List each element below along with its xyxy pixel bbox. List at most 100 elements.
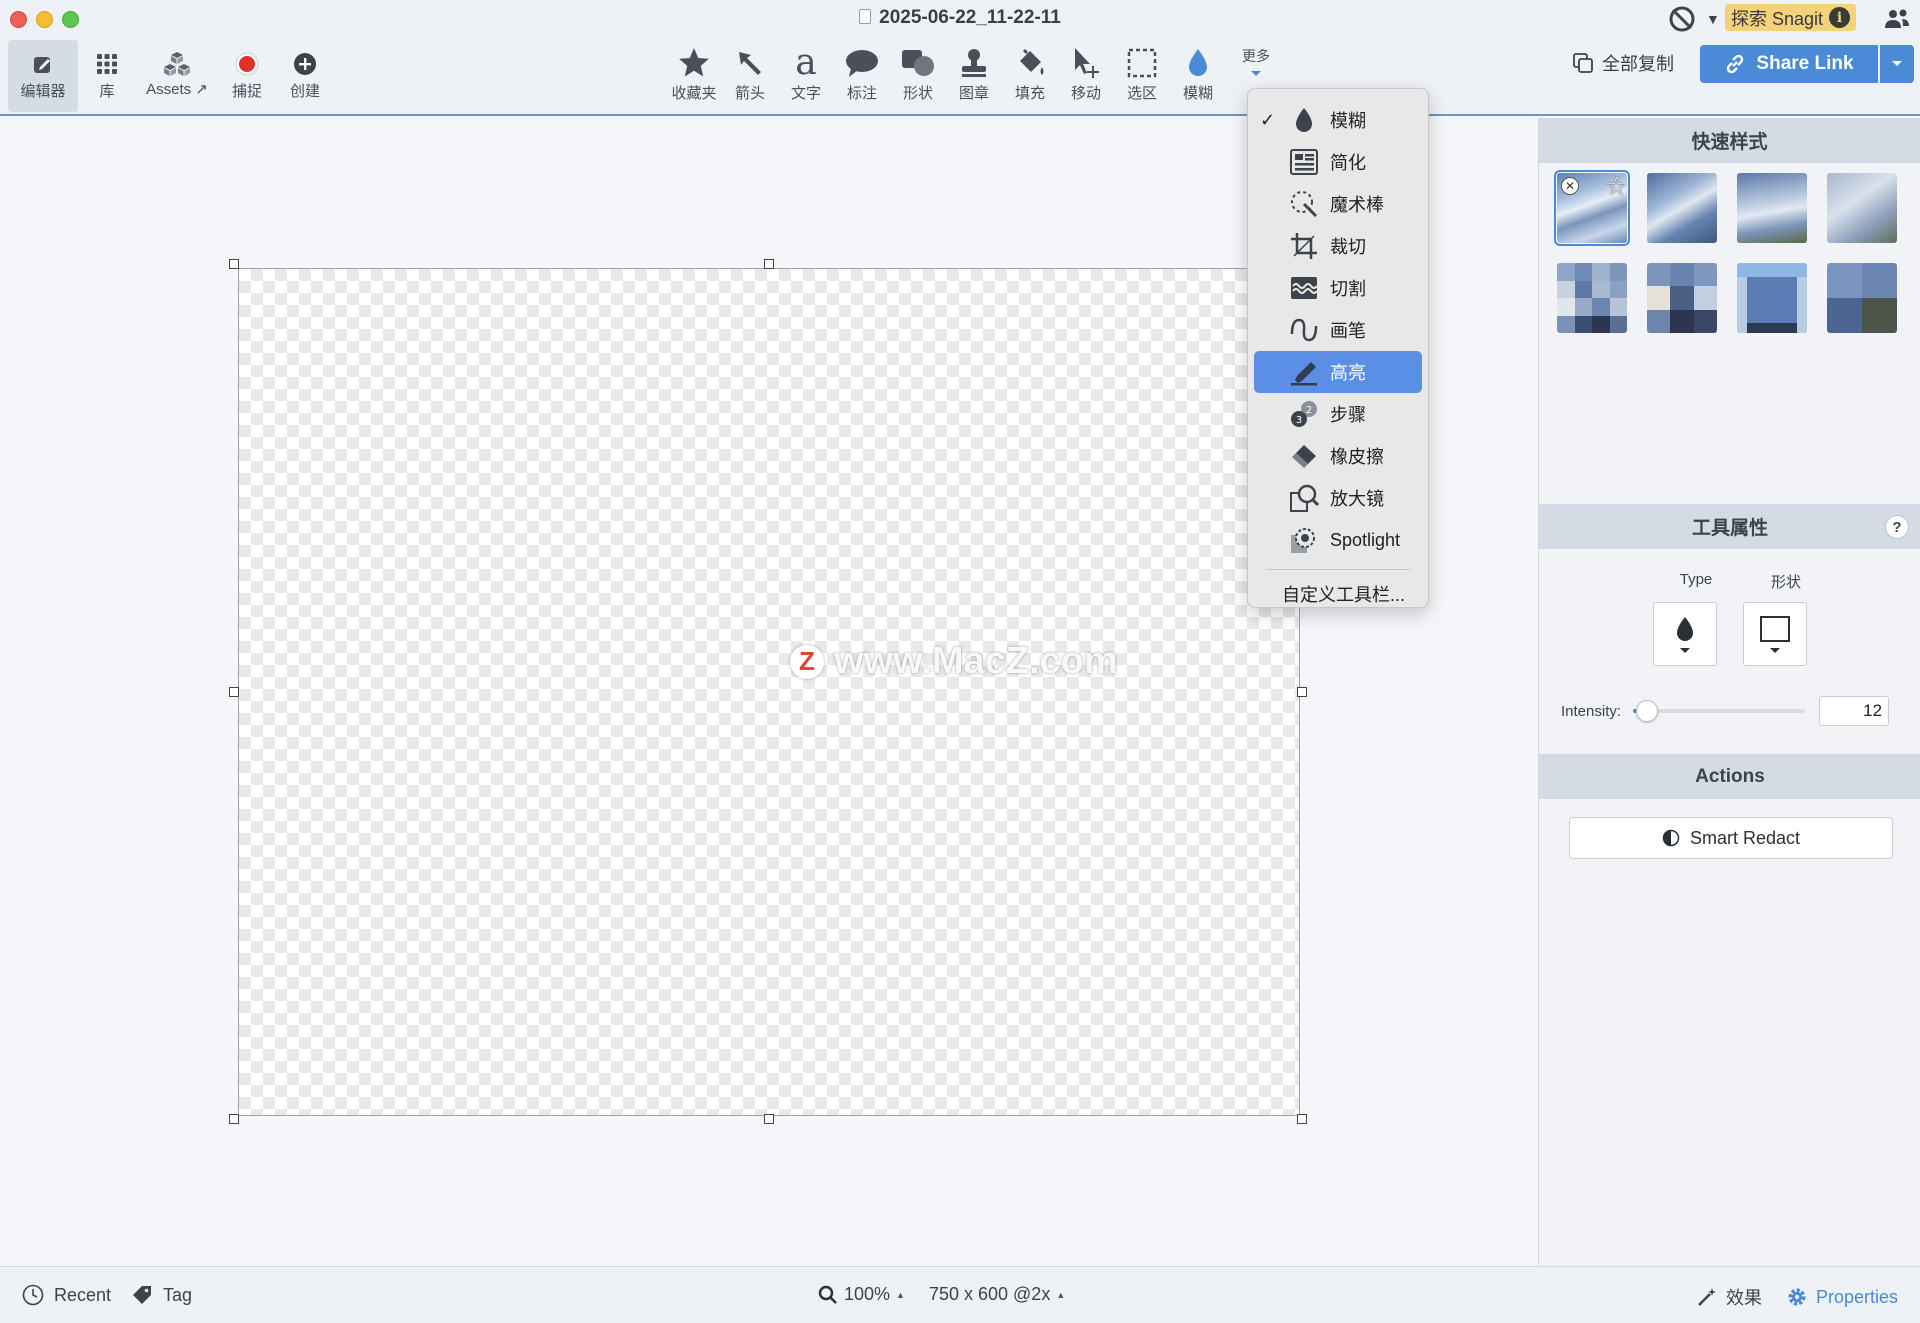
dimensions-control[interactable]: 750 x 600 @2x ▲ xyxy=(929,1284,1065,1305)
watermark: Z www.MacZ.com xyxy=(790,640,1118,683)
resize-handle-top[interactable] xyxy=(764,259,774,269)
share-link-button[interactable]: Share Link xyxy=(1700,45,1878,83)
status-right: 效果 Properties xyxy=(1696,1284,1898,1310)
quick-style-blur-2[interactable] xyxy=(1647,173,1717,243)
quick-styles-grid: ✕ ☆ xyxy=(1539,163,1920,333)
fill-icon xyxy=(1014,44,1046,82)
smart-redact-button[interactable]: Smart Redact xyxy=(1569,817,1893,859)
customize-toolbar-item[interactable]: 自定义工具栏... xyxy=(1248,576,1428,612)
gear-icon xyxy=(1788,1288,1806,1306)
properties-toggle[interactable]: Properties xyxy=(1786,1286,1898,1308)
document-icon xyxy=(859,9,872,24)
quick-style-pixelate-4[interactable] xyxy=(1827,263,1897,333)
quick-style-blur-1[interactable]: ✕ ☆ xyxy=(1554,170,1630,246)
menu-item-magic-wand[interactable]: 魔术棒 xyxy=(1254,183,1422,225)
status-center: 100% ▲ 750 x 600 @2x ▲ xyxy=(818,1284,1065,1305)
window-title: 2025-06-22_11-22-11 xyxy=(0,7,1920,29)
tag-button[interactable]: Tag xyxy=(131,1284,192,1306)
quick-style-blur-3[interactable] xyxy=(1737,173,1807,243)
image-canvas[interactable] xyxy=(238,268,1300,1116)
accessibility-icon[interactable] xyxy=(1668,6,1696,37)
menu-item-cut-out[interactable]: 切割 xyxy=(1254,267,1422,309)
resize-handle-left[interactable] xyxy=(229,687,239,697)
tool-selection[interactable]: 选区 xyxy=(1114,40,1170,112)
menu-item-eraser[interactable]: 橡皮擦 xyxy=(1254,435,1422,477)
chevron-down-icon xyxy=(1892,61,1902,66)
explore-snagit-button[interactable]: 探索 Snagit i xyxy=(1724,4,1856,31)
quick-style-pixelate-3[interactable] xyxy=(1737,263,1807,333)
caret-down-icon[interactable]: ▼ xyxy=(1706,11,1720,27)
menu-item-spotlight[interactable]: Spotlight xyxy=(1254,519,1422,561)
grid-icon xyxy=(96,48,118,80)
tool-arrow[interactable]: 箭头 xyxy=(722,40,778,112)
resize-handle-right[interactable] xyxy=(1297,687,1307,697)
tool-fill[interactable]: 填充 xyxy=(1002,40,1058,112)
crop-icon xyxy=(1288,230,1320,262)
favorite-star-icon[interactable]: ☆ xyxy=(1605,173,1627,202)
intensity-slider-thumb[interactable] xyxy=(1635,700,1658,722)
blur-icon xyxy=(1185,44,1211,82)
tab-create[interactable]: 创建 xyxy=(276,40,334,112)
quick-style-pixelate-2[interactable] xyxy=(1647,263,1717,333)
property-pickers xyxy=(1539,602,1920,666)
menu-separator xyxy=(1266,569,1410,570)
move-icon xyxy=(1071,44,1101,82)
zoom-control[interactable]: 100% ▲ xyxy=(818,1284,905,1305)
tab-capture[interactable]: 捕捉 xyxy=(218,40,276,112)
quick-style-pixelate-1[interactable] xyxy=(1557,263,1627,333)
copy-all-button[interactable]: 全部复制 xyxy=(1572,50,1674,76)
shape-label: 形状 xyxy=(1770,574,1801,591)
tool-stamp[interactable]: 图章 xyxy=(946,40,1002,112)
tab-assets[interactable]: Assets ↗ xyxy=(136,40,218,112)
tool-properties-header: 工具属性 ? xyxy=(1539,504,1920,549)
menu-item-magnifier[interactable]: 放大镜 xyxy=(1254,477,1422,519)
resize-handle-top-left[interactable] xyxy=(229,259,239,269)
tab-editor[interactable]: 编辑器 xyxy=(8,40,78,112)
menu-item-simplify[interactable]: 简化 xyxy=(1254,141,1422,183)
intensity-slider[interactable] xyxy=(1633,700,1806,722)
recent-button[interactable]: Recent xyxy=(22,1284,111,1306)
intensity-input[interactable]: 12 xyxy=(1819,696,1890,726)
remove-style-icon[interactable]: ✕ xyxy=(1561,177,1579,195)
assets-icon xyxy=(163,48,191,80)
intensity-control: Intensity: 12 xyxy=(1539,696,1920,726)
actions-section: Actions Smart Redact xyxy=(1539,754,1920,859)
text-icon: a xyxy=(795,42,817,83)
share-options-dropdown[interactable] xyxy=(1880,45,1914,83)
tab-library[interactable]: 库 xyxy=(78,40,136,112)
blur-type-picker[interactable] xyxy=(1653,602,1717,666)
effects-button[interactable]: 效果 xyxy=(1696,1284,1762,1310)
magic-wand-icon xyxy=(1288,188,1320,220)
chevron-down-icon xyxy=(1770,647,1780,653)
more-tools-menu: ✓ 模糊 简化 魔术棒 裁切 切割 画笔 高亮 23 步骤 橡皮擦 放大镜 Sp… xyxy=(1247,88,1429,608)
tool-text[interactable]: a 文字 xyxy=(778,40,834,112)
property-labels: Type 形状 xyxy=(1539,571,1920,592)
tool-callout[interactable]: 标注 xyxy=(834,40,890,112)
watermark-text: www.MacZ.com xyxy=(834,640,1118,682)
tool-blur[interactable]: 模糊 xyxy=(1170,40,1226,112)
menu-item-crop[interactable]: 裁切 xyxy=(1254,225,1422,267)
svg-text:2: 2 xyxy=(1306,405,1312,416)
quick-style-blur-4[interactable] xyxy=(1827,173,1897,243)
copy-icon xyxy=(1573,53,1593,73)
chevron-down-icon xyxy=(1251,71,1261,76)
resize-handle-bottom-left[interactable] xyxy=(229,1114,239,1124)
menu-item-blur[interactable]: ✓ 模糊 xyxy=(1254,99,1422,141)
tool-shape[interactable]: 形状 xyxy=(890,40,946,112)
tool-move[interactable]: 移动 xyxy=(1058,40,1114,112)
help-button[interactable]: ? xyxy=(1885,515,1909,539)
tool-favorites[interactable]: 收藏夹 xyxy=(666,40,722,112)
resize-handle-bottom[interactable] xyxy=(764,1114,774,1124)
arrow-icon xyxy=(735,44,765,82)
menu-item-step[interactable]: 23 步骤 xyxy=(1254,393,1422,435)
resize-handle-bottom-right[interactable] xyxy=(1297,1114,1307,1124)
menu-item-highlighter[interactable]: 高亮 xyxy=(1254,351,1422,393)
magnifier-icon xyxy=(1288,482,1320,514)
menu-item-pen[interactable]: 画笔 xyxy=(1254,309,1422,351)
info-icon: i xyxy=(1829,7,1850,28)
people-icon[interactable] xyxy=(1884,8,1910,35)
spotlight-icon xyxy=(1288,524,1320,556)
blur-drop-icon xyxy=(1288,104,1320,136)
shape-picker[interactable] xyxy=(1743,602,1807,666)
toolbar: 2025-06-22_11-22-11 编辑器 库 Assets ↗ 捕捉 创建… xyxy=(0,0,1920,116)
